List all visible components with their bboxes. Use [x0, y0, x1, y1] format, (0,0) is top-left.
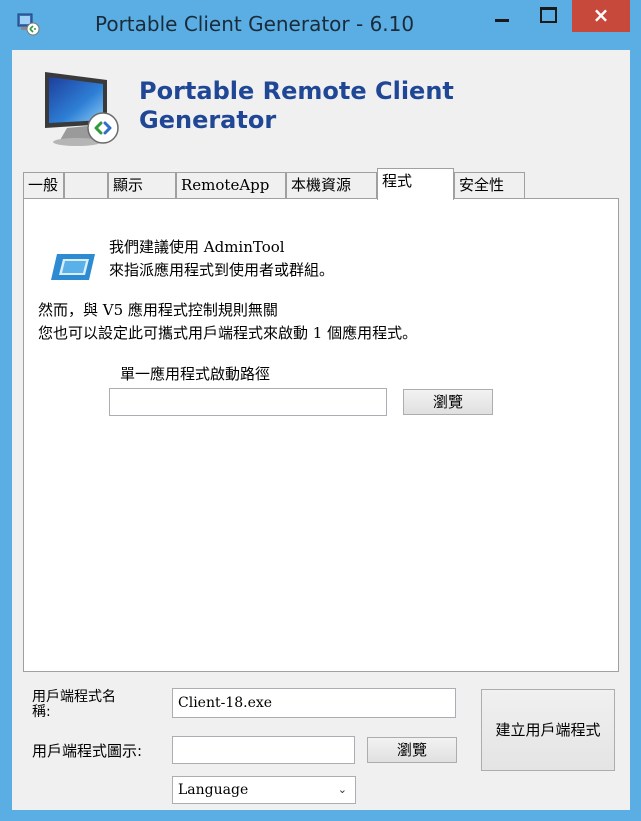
minimize-button[interactable] [480, 0, 526, 32]
tab-label: RemoteApp [181, 176, 270, 194]
header-title-line2: Generator [139, 106, 277, 134]
info-line-1: 我們建議使用 AdminTool [109, 238, 285, 256]
build-client-button[interactable]: 建立用戶端程式 [481, 689, 615, 771]
icon-browse-button[interactable]: 瀏覽 [367, 737, 457, 763]
tab-general[interactable]: 一般 [23, 172, 64, 198]
tab-display[interactable]: 顯示 [108, 172, 176, 198]
client-name-label-line1: 用戶端程式名 [32, 689, 116, 705]
tab-security[interactable]: 安全性 [454, 172, 525, 198]
tab-label: 安全性 [459, 176, 505, 194]
client-icon-label: 用戶端程式圖示: [32, 742, 143, 760]
tab-spacer [64, 172, 108, 198]
note-line-2: 您也可以設定此可攜式用戶端程式來啟動 1 個應用程式。 [38, 324, 418, 342]
admintool-icon [51, 254, 95, 280]
header-title: Portable Remote Client Generator [139, 77, 559, 135]
tab-local-resources[interactable]: 本機資源 [286, 172, 377, 198]
language-select-value: Language [178, 782, 249, 798]
tab-label: 程式 [382, 172, 413, 190]
client-name-input[interactable]: Client-18.exe [172, 688, 456, 718]
client-name-label-line2: 稱: [32, 704, 51, 720]
close-icon: × [592, 3, 610, 27]
client-name-label: 用戶端程式名 稱: [32, 690, 116, 720]
maximize-icon [540, 7, 557, 23]
client-area: Portable Remote Client Generator 一般 顯示 R… [12, 50, 630, 810]
app-path-input[interactable] [109, 388, 387, 416]
info-line-2: 來指派應用程式到使用者或群組。 [109, 261, 335, 279]
close-button[interactable]: × [572, 0, 630, 32]
language-select[interactable]: Language ⌄ [172, 776, 356, 804]
remote-desktop-icon [17, 13, 40, 36]
monitor-remote-icon [45, 72, 119, 146]
note-line-1: 然而，與 V5 應用程式控制規則無關 [38, 301, 278, 319]
app-window: Portable Client Generator - 6.10 × Porta… [0, 0, 641, 821]
tab-remoteapp[interactable]: RemoteApp [176, 172, 286, 198]
window-title: Portable Client Generator - 6.10 [95, 12, 415, 36]
maximize-button[interactable] [526, 0, 572, 32]
path-label: 單一應用程式啟動路徑 [120, 365, 271, 383]
tab-label: 本機資源 [291, 176, 352, 194]
tab-label: 顯示 [113, 176, 144, 194]
title-bar[interactable]: Portable Client Generator - 6.10 × [0, 0, 641, 48]
minimize-icon [495, 19, 509, 22]
chevron-down-icon: ⌄ [337, 783, 347, 796]
tab-programs[interactable]: 程式 [377, 168, 454, 200]
tab-label: 一般 [28, 176, 59, 194]
header-title-line1: Portable Remote Client [139, 77, 454, 105]
path-browse-button[interactable]: 瀏覽 [403, 389, 493, 415]
client-icon-input[interactable] [172, 736, 355, 764]
